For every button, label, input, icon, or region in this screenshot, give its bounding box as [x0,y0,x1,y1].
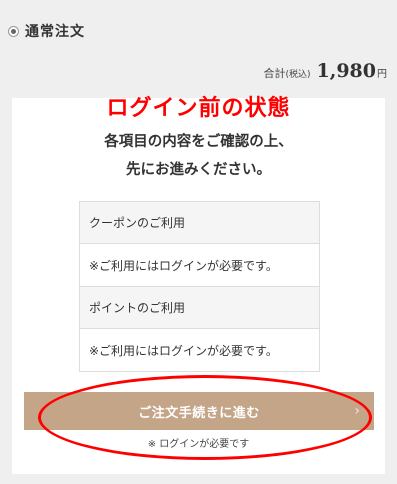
total-label: 合計 [263,67,286,80]
proceed-to-checkout-button[interactable]: ご注文手続きに進む › [24,392,374,430]
chevron-right-icon: › [354,403,360,419]
coupon-header: クーポンのご利用 [80,202,319,244]
order-option-radio[interactable]: 通常注文 [8,20,85,42]
order-total: 合計 (税込) 1,980 円 [263,60,387,82]
order-option-label: 通常注文 [25,24,85,40]
instruction-line-2: 先にお進みください。 [126,162,271,178]
radio-selected-dot [11,28,16,34]
order-panel: 通常注文 合計 (税込) 1,980 円 ログイン前の状態 各項目の内容をご確認… [0,0,397,484]
instruction-text: 各項目の内容をご確認の上、 先にお進みください。 [0,128,397,184]
points-login-note: ※ご利用にはログインが必要です。 [80,329,319,372]
benefits-table: クーポンのご利用 ※ご利用にはログインが必要です。 ポイントのご利用 ※ご利用に… [79,201,320,372]
annotation-title: ログイン前の状態 [106,95,291,121]
total-amount: 1,980 [316,60,377,82]
checkout-button-label: ご注文手続きに進む [138,405,260,421]
points-header: ポイントのご利用 [80,287,319,329]
coupon-login-note: ※ご利用にはログインが必要です。 [80,244,319,287]
instruction-line-1: 各項目の内容をご確認の上、 [104,134,293,150]
radio-icon[interactable] [8,25,19,37]
total-currency: 円 [377,69,387,80]
login-required-note: ※ ログインが必要です [147,439,250,450]
total-tax-note: (税込) [285,70,311,80]
